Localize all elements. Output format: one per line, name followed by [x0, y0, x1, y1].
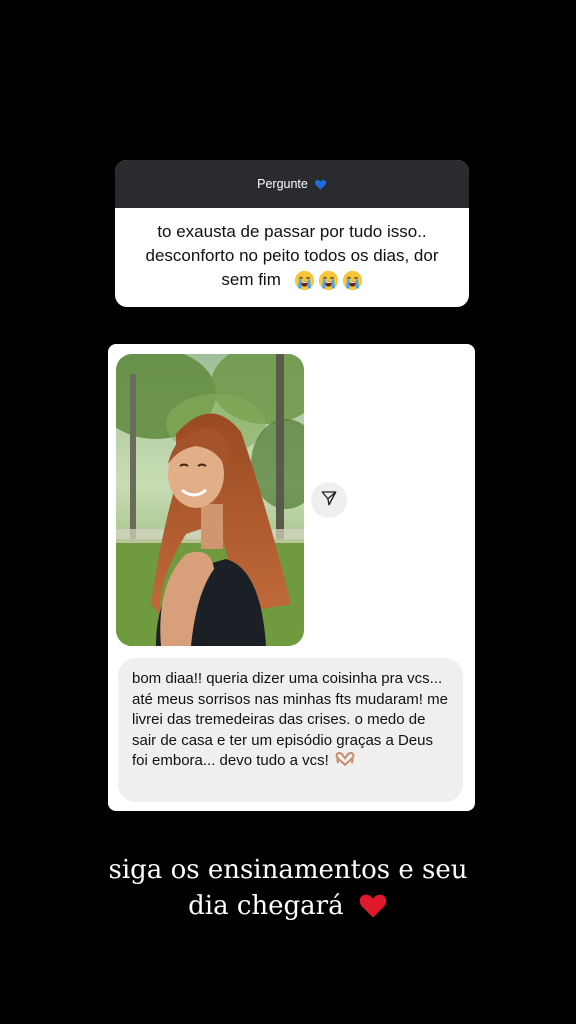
caption-line-1: siga os ensinamentos e seu	[108, 855, 468, 885]
message-bubble: bom diaa!! queria dizer uma coisinha pra…	[118, 658, 463, 802]
message-text: bom diaa!! queria dizer uma coisinha pra…	[132, 670, 448, 769]
question-sticker[interactable]: Pergunte to exausta de passar por tudo i…	[115, 160, 469, 307]
question-header: Pergunte	[115, 160, 469, 208]
caption-line-2: dia chegará	[0, 888, 576, 924]
caption-line-2-text: dia chegará	[188, 891, 344, 921]
loudly-crying-face-icon	[294, 270, 315, 291]
send-button[interactable]	[311, 482, 347, 518]
loudly-crying-face-icon	[342, 270, 363, 291]
question-text-block: to exausta de passar por tudo isso.. des…	[115, 208, 469, 292]
smiling-woman-in-park-photo[interactable]	[116, 354, 304, 646]
caption: siga os ensinamentos e seu dia chegará	[0, 852, 576, 924]
question-header-label: Pergunte	[257, 177, 308, 191]
send-icon	[320, 489, 338, 512]
heart-hands-icon	[335, 751, 355, 767]
message-card: bom diaa!! queria dizer uma coisinha pra…	[108, 344, 475, 811]
crying-emojis	[294, 270, 363, 291]
blue-heart-icon	[314, 178, 327, 191]
red-heart-icon	[358, 891, 388, 919]
loudly-crying-face-icon	[318, 270, 339, 291]
question-text: to exausta de passar por tudo isso.. des…	[145, 222, 439, 289]
